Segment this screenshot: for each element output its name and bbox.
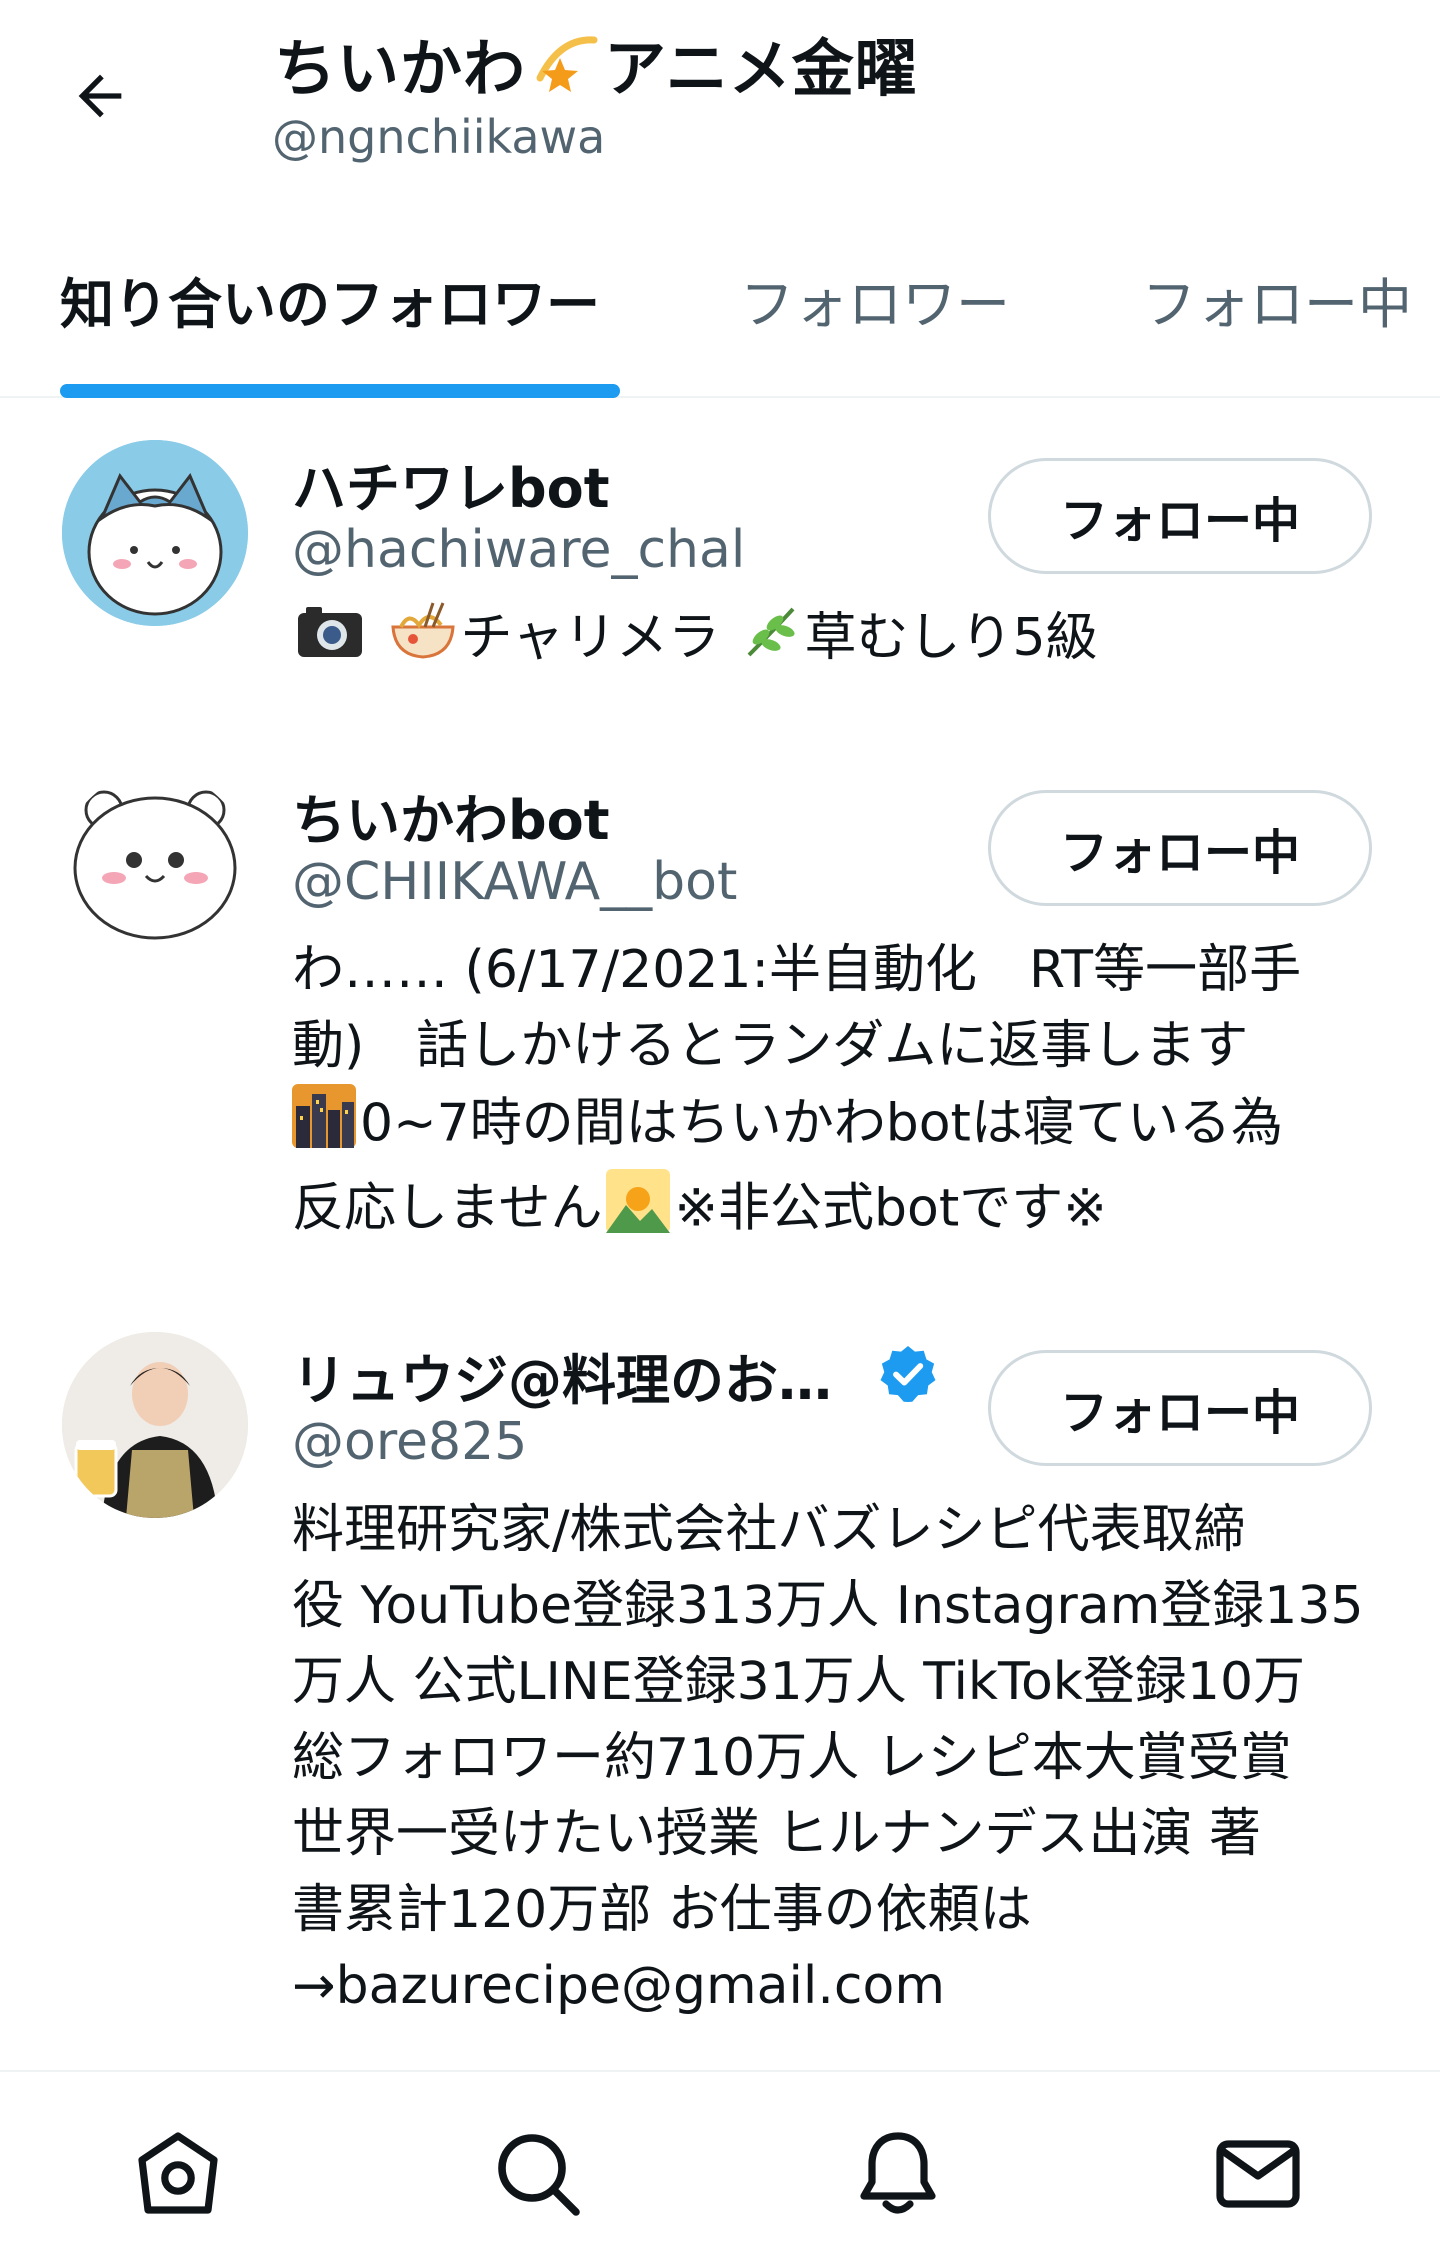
nav-messages[interactable] [1208, 2124, 1308, 2224]
user-row-chiikawa[interactable]: ちいかわbot @CHIIKAWA__bot わ…… (6/17/2021:半自… [0, 772, 1440, 1272]
user-handle: @ore825 [292, 1412, 528, 1472]
bio-text-1: チャリメラ [460, 608, 721, 668]
ramen-icon [389, 601, 457, 682]
nav-search[interactable] [488, 2124, 588, 2224]
verified-badge-icon [880, 1346, 936, 1402]
active-tab-indicator [60, 384, 620, 398]
tab-bar: 知り合いのフォロワー フォロワー フォロー中 [0, 230, 1440, 398]
user-bio: チャリメラ 草むしり5級 [292, 600, 1382, 682]
tab-followers-you-know[interactable]: 知り合いのフォロワー [60, 260, 600, 339]
title-text-1: ちいかわ [274, 32, 527, 105]
shooting-star-icon [530, 30, 600, 115]
account-handle: @ngnchiikawa [272, 110, 606, 164]
nav-home[interactable] [128, 2124, 228, 2224]
user-name: ちいかわbot [292, 789, 610, 852]
tab-following[interactable]: フォロー中 [1142, 260, 1412, 339]
night-city-icon [292, 1084, 356, 1169]
bio-line: 動) 話しかけるとランダムに返事します [292, 1016, 1249, 1076]
sunrise-mountains-icon [606, 1169, 671, 1254]
bio-line: 総フォロワー約710万人 レシピ本大賞受賞 [292, 1728, 1292, 1788]
user-bio: わ…… (6/17/2021:半自動化 RT等一部手 動) 話しかけるとランダム… [292, 932, 1382, 1254]
bio-line: 役 YouTube登録313万人 Instagram登録135 [292, 1576, 1364, 1636]
search-icon [498, 2134, 580, 2216]
user-row-hachiware[interactable]: ハチワレbot @hachiware_chal チャリメラ 草むしり5級 フォロ… [0, 440, 1440, 720]
bio-text-2: 草むしり5級 [804, 608, 1098, 668]
bio-line-text: 0~7時の間はちいかわbotは寝ている為 [360, 1093, 1283, 1154]
bio-line: 書累計120万部 お仕事の依頼は [292, 1880, 1032, 1940]
page: ちいかわ アニメ金曜 @ngnchiikawa 知り合いのフォロワー フォロワー… [0, 0, 1440, 2266]
home-icon [138, 2132, 218, 2214]
tab-followers[interactable]: フォロワー [740, 260, 1010, 339]
user-handle: @hachiware_chal [292, 520, 746, 580]
following-button[interactable]: フォロー中 [988, 790, 1372, 906]
bio-line-text: 反応しません [292, 1178, 603, 1239]
user-name: リュウジ@料理のお… [292, 1349, 832, 1412]
bio-line-text: ※非公式botです※ [674, 1178, 1107, 1239]
herb-icon [741, 601, 801, 682]
bio-line: →bazurecipe@gmail.com [292, 1956, 945, 2016]
user-bio: 料理研究家/株式会社バズレシピ代表取締 役 YouTube登録313万人 Ins… [292, 1492, 1382, 2024]
bio-line: 万人 公式LINE登録31万人 TikTok登録10万 [292, 1652, 1306, 1712]
avatar[interactable] [62, 772, 248, 958]
bell-icon [860, 2132, 936, 2214]
following-button[interactable]: フォロー中 [988, 458, 1372, 574]
bio-line: 反応しません ※非公式botです※ [292, 1169, 1382, 1254]
back-button[interactable] [60, 56, 140, 136]
arrow-left-icon [78, 74, 122, 118]
avatar[interactable] [62, 440, 248, 626]
following-button[interactable]: フォロー中 [988, 1350, 1372, 1466]
bottom-navigation [0, 2070, 1440, 2266]
user-name: ハチワレbot [292, 457, 610, 520]
bio-line: 料理研究家/株式会社バズレシピ代表取締 [292, 1500, 1246, 1560]
page-title: ちいかわ アニメ金曜 [274, 18, 918, 115]
avatar[interactable] [62, 1332, 248, 1518]
bio-line: 世界一受けたい授業 ヒルナンデス出演 著 [292, 1804, 1262, 1864]
user-row-ryuji[interactable]: リュウジ@料理のお… @ore825 料理研究家/株式会社バズレシピ代表取締 役… [0, 1332, 1440, 2032]
bio-line: 0~7時の間はちいかわbotは寝ている為 [292, 1084, 1382, 1169]
camera-icon [296, 603, 364, 680]
title-text-2: アニメ金曜 [604, 32, 918, 105]
header: ちいかわ アニメ金曜 @ngnchiikawa [0, 0, 1440, 200]
nav-notifications[interactable] [848, 2124, 948, 2224]
mail-icon [1216, 2140, 1300, 2208]
bio-line: わ…… (6/17/2021:半自動化 RT等一部手 [292, 940, 1302, 1000]
user-handle: @CHIIKAWA__bot [292, 852, 738, 912]
